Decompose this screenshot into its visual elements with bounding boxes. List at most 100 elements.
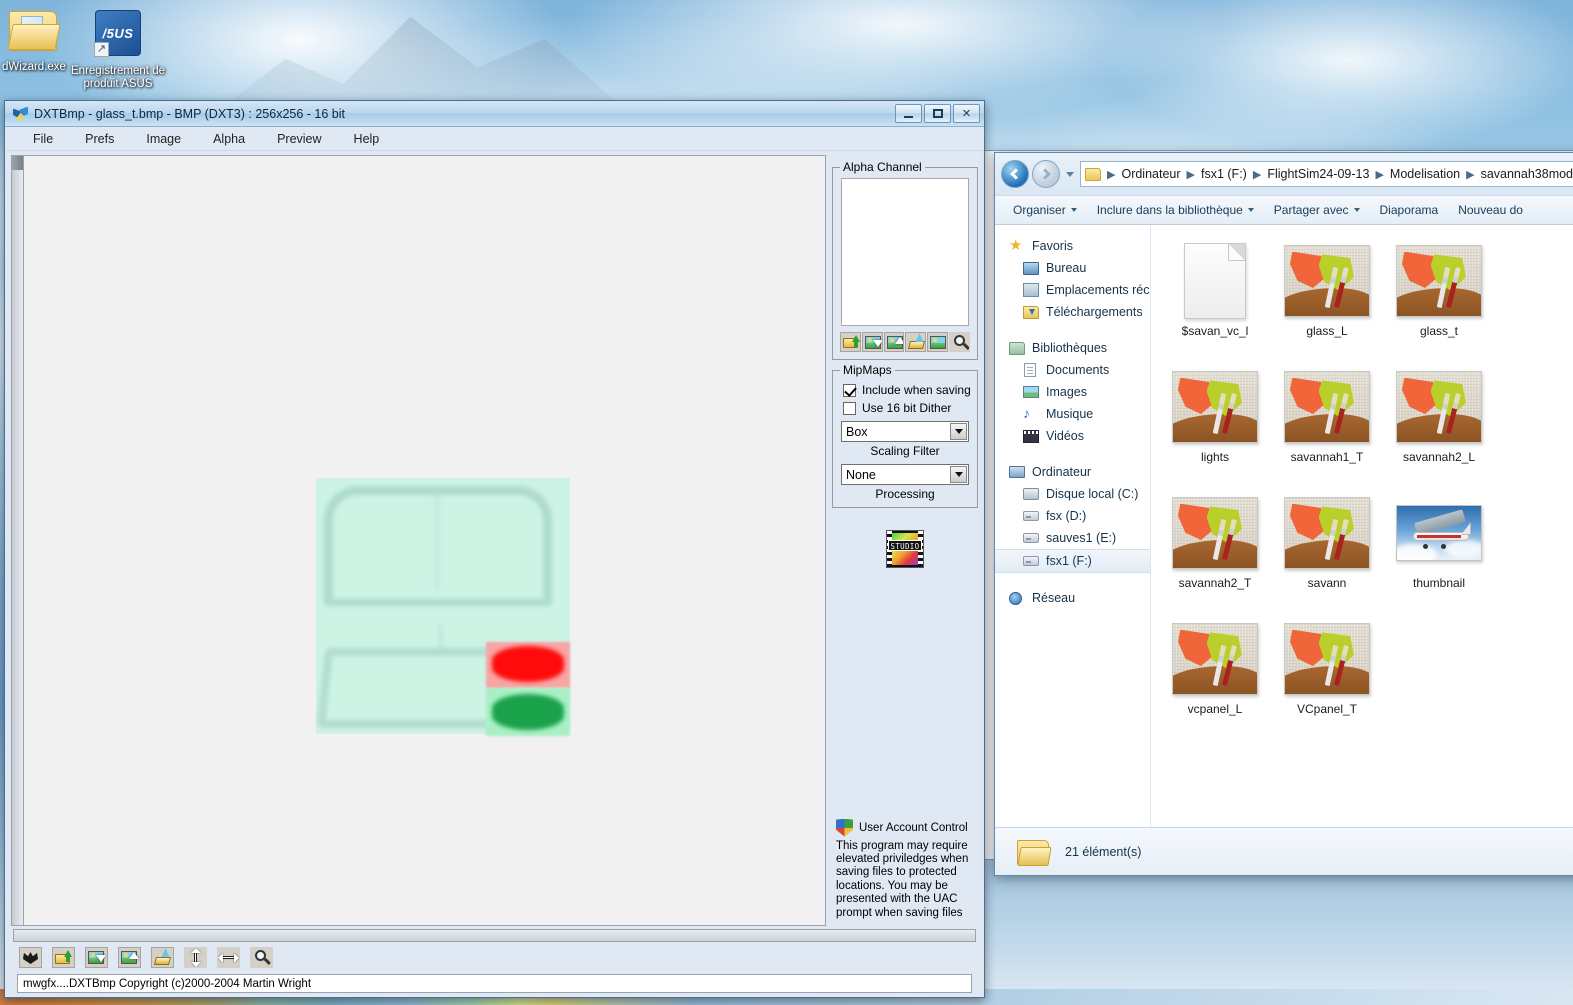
maximize-button[interactable] bbox=[924, 104, 951, 123]
dxtbmp-menubar[interactable]: File Prefs Image Alpha Preview Help bbox=[5, 127, 984, 151]
list-item[interactable]: VCpanel_T bbox=[1271, 617, 1383, 735]
breadcrumb-item-fsx1[interactable]: fsx1 (F:) bbox=[1199, 165, 1249, 183]
folder-save-icon[interactable] bbox=[151, 947, 174, 968]
image-export-icon[interactable] bbox=[883, 332, 905, 352]
image-import-icon[interactable] bbox=[861, 332, 883, 352]
sidebar-item-ordinateur[interactable]: Ordinateur bbox=[995, 461, 1150, 483]
image-export-icon[interactable] bbox=[118, 947, 141, 968]
sidebar-item-emplacements-recents[interactable]: Emplacements récen bbox=[995, 279, 1150, 301]
thumbnail bbox=[1283, 243, 1371, 319]
checkbox-box[interactable] bbox=[843, 401, 856, 415]
checkbox-box[interactable] bbox=[843, 383, 856, 397]
sidebar-item-sauves1-e[interactable]: sauves1 (E:) bbox=[995, 527, 1150, 549]
thumbnail bbox=[1283, 495, 1371, 571]
desktop-icon-asus[interactable]: /5US ↗ Enregistrement de produit ASUS bbox=[68, 10, 168, 91]
dxtbmp-main-toolbar[interactable] bbox=[11, 944, 978, 971]
breadcrumb-item-flightsim[interactable]: FlightSim24-09-13 bbox=[1265, 165, 1371, 183]
menu-preview[interactable]: Preview bbox=[261, 129, 337, 149]
thumbnail bbox=[1283, 369, 1371, 445]
open-folder-icon[interactable] bbox=[840, 332, 861, 352]
menu-alpha[interactable]: Alpha bbox=[197, 129, 261, 149]
sidebar-item-bibliotheques[interactable]: Bibliothèques bbox=[995, 337, 1150, 359]
list-item[interactable]: vcpanel_L bbox=[1159, 617, 1271, 735]
recent-pages-chevron-icon[interactable] bbox=[1066, 171, 1074, 177]
breadcrumb-item-modelisation[interactable]: Modelisation bbox=[1388, 165, 1462, 183]
sidebar-item-telechargements[interactable]: Téléchargements bbox=[995, 301, 1150, 323]
include-in-library-button[interactable]: Inclure dans la bibliothèque bbox=[1087, 199, 1264, 221]
use-16bit-dither-checkbox[interactable]: Use 16 bit Dither bbox=[843, 401, 971, 415]
menu-image[interactable]: Image bbox=[130, 129, 197, 149]
organiser-button[interactable]: Organiser bbox=[1003, 199, 1087, 221]
sidebar-item-images[interactable]: Images bbox=[995, 381, 1150, 403]
flip-vertical-icon[interactable] bbox=[184, 947, 207, 968]
alpha-channel-toolbar[interactable] bbox=[839, 332, 971, 353]
list-item[interactable]: glass_L bbox=[1271, 239, 1383, 357]
menu-prefs[interactable]: Prefs bbox=[69, 129, 130, 149]
image-import-icon[interactable] bbox=[85, 947, 108, 968]
dxtbmp-statusbar: mwgfx....DXTBmp Copyright (c)2000-2004 M… bbox=[17, 974, 972, 993]
share-with-button[interactable]: Partager avec bbox=[1264, 199, 1370, 221]
sidebar-item-disque-local-c[interactable]: Disque local (C:) bbox=[995, 483, 1150, 505]
sidebar-item-videos[interactable]: Vidéos bbox=[995, 425, 1150, 447]
new-folder-button[interactable]: Nouveau do bbox=[1448, 199, 1533, 221]
explorer-window[interactable]: ▶ Ordinateur ▶ fsx1 (F:) ▶ FlightSim24-0… bbox=[994, 152, 1573, 876]
sidebar-item-label: Réseau bbox=[1032, 591, 1076, 605]
sidebar-item-bureau[interactable]: Bureau bbox=[995, 257, 1150, 279]
magnifier-icon[interactable] bbox=[250, 947, 273, 968]
close-button[interactable]: ✕ bbox=[953, 104, 980, 123]
open-folder-icon[interactable] bbox=[52, 947, 75, 968]
explorer-toolbar[interactable]: Organiser Inclure dans la bibliothèque P… bbox=[995, 195, 1573, 225]
forward-button[interactable] bbox=[1032, 160, 1060, 188]
include-when-saving-checkbox[interactable]: Include when saving bbox=[843, 383, 971, 397]
chevron-down-icon[interactable] bbox=[950, 423, 967, 440]
list-item[interactable]: glass_t bbox=[1383, 239, 1495, 357]
alpha-channel-preview[interactable] bbox=[841, 178, 969, 326]
list-item[interactable]: lights bbox=[1159, 365, 1271, 483]
canvas-horizontal-scrollbar[interactable] bbox=[13, 929, 976, 942]
scaling-filter-select[interactable]: Box bbox=[841, 421, 969, 442]
sidebar-item-favoris[interactable]: ★ Favoris bbox=[995, 235, 1150, 257]
list-item[interactable]: thumbnail bbox=[1383, 491, 1495, 609]
back-button[interactable] bbox=[1001, 160, 1029, 188]
studio-filmstrip-icon[interactable]: STUDIO bbox=[886, 530, 924, 568]
breadcrumb-separator: ▶ bbox=[1186, 168, 1195, 181]
image-canvas-wrapper bbox=[11, 155, 826, 926]
menu-file[interactable]: File bbox=[17, 129, 69, 149]
minimize-button[interactable] bbox=[895, 104, 922, 123]
sidebar-item-label: Images bbox=[1046, 385, 1087, 399]
chevron-down-icon[interactable] bbox=[950, 466, 967, 483]
image-icon[interactable] bbox=[927, 332, 949, 352]
chevron-down-icon bbox=[1247, 208, 1254, 212]
folder-save-icon[interactable] bbox=[905, 332, 927, 352]
explorer-navigation-pane[interactable]: ★ Favoris Bureau Emplacements récen Télé… bbox=[995, 225, 1151, 827]
libraries-icon bbox=[1009, 340, 1025, 356]
canvas-vertical-scrollbar[interactable] bbox=[11, 155, 23, 926]
list-item[interactable]: savann bbox=[1271, 491, 1383, 609]
sidebar-item-reseau[interactable]: Réseau bbox=[995, 587, 1150, 609]
processing-select[interactable]: None bbox=[841, 464, 969, 485]
processing-caption: Processing bbox=[875, 487, 935, 501]
breadcrumb[interactable]: ▶ Ordinateur ▶ fsx1 (F:) ▶ FlightSim24-0… bbox=[1080, 161, 1573, 187]
moth-icon[interactable] bbox=[19, 947, 42, 968]
sidebar-item-musique[interactable]: ♪ Musique bbox=[995, 403, 1150, 425]
list-item[interactable]: savannah2_T bbox=[1159, 491, 1271, 609]
sidebar-item-fsx1-f[interactable]: fsx1 (F:) bbox=[995, 549, 1150, 573]
list-item[interactable]: $savan_vc_l bbox=[1159, 239, 1271, 357]
breadcrumb-item-savannah38modif4[interactable]: savannah38modif4 bbox=[1479, 165, 1573, 183]
sidebar-item-label: Bibliothèques bbox=[1032, 341, 1108, 355]
magnifier-icon[interactable] bbox=[949, 332, 970, 352]
item-count-label: 21 élément(s) bbox=[1065, 844, 1142, 859]
menu-help[interactable]: Help bbox=[338, 129, 396, 149]
dxtbmp-window[interactable]: DXTBmp - glass_t.bmp - BMP (DXT3) : 256x… bbox=[4, 100, 985, 998]
list-item[interactable]: savannah1_T bbox=[1271, 365, 1383, 483]
dxtbmp-titlebar[interactable]: DXTBmp - glass_t.bmp - BMP (DXT3) : 256x… bbox=[5, 101, 984, 127]
flip-horizontal-icon[interactable] bbox=[217, 947, 240, 968]
image-canvas[interactable] bbox=[23, 155, 826, 926]
list-item[interactable]: savannah2_L bbox=[1383, 365, 1495, 483]
slideshow-button[interactable]: Diaporama bbox=[1370, 199, 1449, 221]
breadcrumb-item-ordinateur[interactable]: Ordinateur bbox=[1119, 165, 1182, 183]
sidebar-item-documents[interactable]: Documents bbox=[995, 359, 1150, 381]
sidebar-item-fsx-d[interactable]: fsx (D:) bbox=[995, 505, 1150, 527]
explorer-file-list[interactable]: $savan_vc_l glass_L glass_t lights savan… bbox=[1151, 225, 1573, 827]
scrollbar-thumb[interactable] bbox=[12, 156, 23, 170]
